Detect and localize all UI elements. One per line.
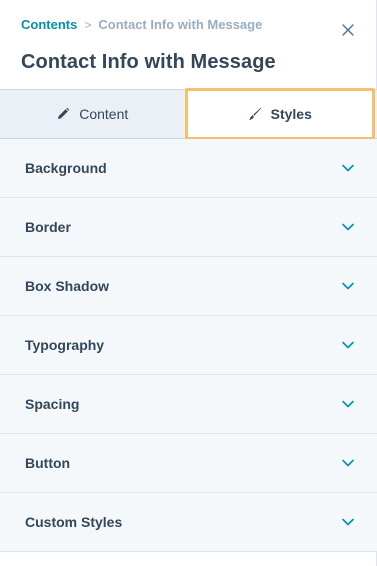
style-editor-panel: Contents > Contact Info with Message Con… xyxy=(0,0,377,566)
section-custom-styles[interactable]: Custom Styles xyxy=(0,493,377,552)
breadcrumb: Contents > Contact Info with Message xyxy=(21,17,262,32)
pencil-icon xyxy=(56,107,70,121)
tab-styles[interactable]: Styles xyxy=(184,88,375,140)
breadcrumb-separator: > xyxy=(84,17,92,32)
chevron-down-icon xyxy=(341,456,355,470)
tab-bar: Content Styles xyxy=(0,88,377,140)
chevron-down-icon xyxy=(341,397,355,411)
panel-header: Contents > Contact Info with Message Con… xyxy=(0,0,376,89)
chevron-down-icon xyxy=(341,515,355,529)
section-label: Button xyxy=(25,455,71,471)
page-title: Contact Info with Message xyxy=(21,51,276,73)
close-icon xyxy=(342,24,354,36)
close-button[interactable] xyxy=(340,22,356,38)
section-label: Custom Styles xyxy=(25,514,123,530)
chevron-down-icon xyxy=(341,338,355,352)
chevron-down-icon xyxy=(341,220,355,234)
tab-styles-label: Styles xyxy=(270,106,312,122)
section-box-shadow[interactable]: Box Shadow xyxy=(0,257,377,316)
breadcrumb-current: Contact Info with Message xyxy=(98,17,263,32)
section-border[interactable]: Border xyxy=(0,198,377,257)
tab-content-label: Content xyxy=(79,106,129,122)
chevron-down-icon xyxy=(341,161,355,175)
section-label: Typography xyxy=(25,337,105,353)
chevron-down-icon xyxy=(341,279,355,293)
section-label: Background xyxy=(25,160,107,176)
section-spacing[interactable]: Spacing xyxy=(0,375,377,434)
section-typography[interactable]: Typography xyxy=(0,316,377,375)
breadcrumb-contents-link[interactable]: Contents xyxy=(21,17,77,32)
section-background[interactable]: Background xyxy=(0,139,377,198)
section-label: Spacing xyxy=(25,396,80,412)
section-label: Border xyxy=(25,219,71,235)
section-label: Box Shadow xyxy=(25,278,110,294)
brush-icon xyxy=(248,107,262,121)
tab-content[interactable]: Content xyxy=(0,90,185,138)
style-sections-list: Background Border Box Shadow Typography … xyxy=(0,139,377,552)
section-button[interactable]: Button xyxy=(0,434,377,493)
